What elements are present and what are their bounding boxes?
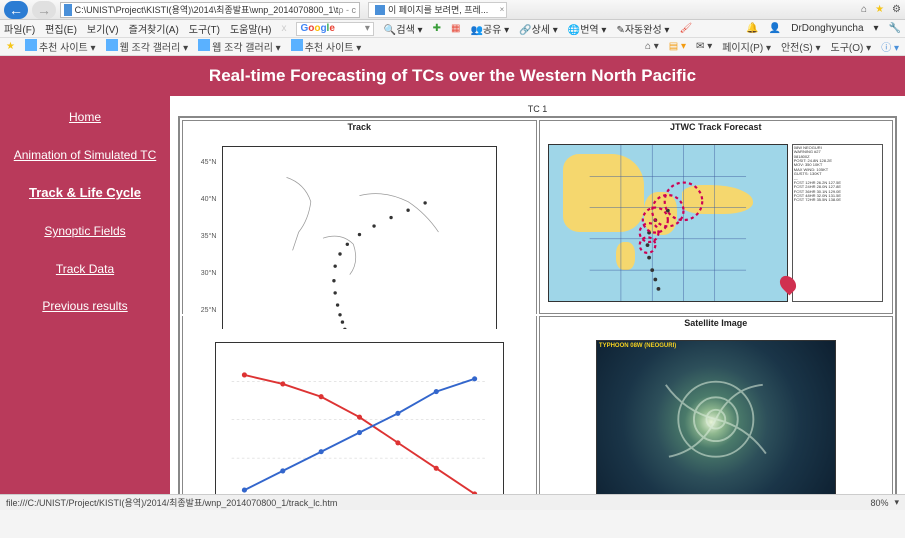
user-name[interactable]: DrDonghyuncha — [791, 23, 863, 34]
track-chart: 45°N 40°N 35°N 30°N 25°N 115°E 120°E 125… — [222, 146, 497, 343]
tab-close-icon[interactable]: × — [500, 5, 505, 14]
fav-link-1[interactable]: 추천 사이트 ▾ — [25, 39, 96, 54]
address-text: C:\UNIST\Project\KISTI(용역)\2014\최종발표\wnp… — [75, 3, 339, 16]
favorites-bar: ★ 추천 사이트 ▾ 웹 조각 갤러리 ▾ 웹 조각 갤러리 ▾ 추천 사이트 … — [0, 38, 905, 56]
menu-view[interactable]: 보기(V) — [87, 21, 119, 36]
sidebar-nav: Home Animation of Simulated TC Track & L… — [0, 96, 170, 494]
mail-icon[interactable]: ✉ ▾ — [696, 41, 712, 52]
notification-bell-icon[interactable]: 🔔 — [746, 23, 758, 34]
google-search-box[interactable]: Google ▾ — [296, 22, 373, 36]
wrench-icon[interactable]: 🔧 — [889, 23, 901, 34]
nav-synoptic[interactable]: Synoptic Fields — [10, 224, 160, 240]
nav-back-button[interactable]: ← — [4, 1, 28, 19]
nav-trackdata[interactable]: Track Data — [10, 262, 160, 278]
toolbar-share[interactable]: 👥공유 ▾ — [470, 21, 509, 36]
page-title: Real-time Forecasting of TCs over the We… — [0, 56, 905, 96]
home-button-icon[interactable]: ⌂ ▾ — [645, 41, 659, 52]
page-content: Real-time Forecasting of TCs over the We… — [0, 56, 905, 494]
status-bar: file:///C:/UNIST/Project/KISTI(용역)/2014/… — [0, 494, 905, 510]
tc-header: TC 1 — [178, 104, 897, 114]
nav-forward-button[interactable]: → — [32, 1, 56, 19]
nav-animation[interactable]: Animation of Simulated TC — [10, 148, 160, 164]
toolbar-more[interactable]: 🔗상세 ▾ — [519, 21, 558, 36]
main-panel: TC 1 Track — [170, 96, 905, 494]
toolbar-highlight-icon[interactable]: 🖌 — [679, 23, 692, 34]
toolbar-grid-icon[interactable]: ▦ — [451, 23, 460, 34]
settings-gear-icon[interactable]: ⚙ — [892, 4, 901, 15]
nav-previous[interactable]: Previous results — [10, 299, 160, 315]
feed-icon[interactable]: ▤ ▾ — [669, 41, 686, 52]
satellite-image: TYPHOON 08W (NEOGURI) — [596, 340, 836, 494]
toolbar-plus-icon[interactable]: ✚ — [433, 23, 441, 34]
user-avatar-icon[interactable]: 👤 — [769, 23, 781, 34]
browser-tab[interactable]: 이 페이지를 보려면, 프레... × — [368, 2, 507, 18]
menu-file[interactable]: 파일(F) — [4, 21, 35, 36]
help-icon[interactable]: ⓘ ▾ — [881, 39, 899, 54]
menu-favorites[interactable]: 즐겨찾기(A) — [129, 21, 179, 36]
cell-jtwc-title: JTWC Track Forecast — [540, 121, 893, 133]
nav-home[interactable]: Home — [10, 110, 160, 126]
nav-track-lifecycle[interactable]: Track & Life Cycle — [10, 185, 160, 202]
jtwc-data-table: 08W NEOGURIWARNING #27081800ZPOSIT: 24.8… — [792, 144, 884, 302]
browser-menubar: 파일(F) 편집(E) 보기(V) 즐겨찾기(A) 도구(T) 도움말(H) x… — [0, 20, 905, 38]
address-bar[interactable]: C:\UNIST\Project\KISTI(용역)\2014\최종발표\wnp… — [60, 2, 360, 18]
cell-jtwc: JTWC Track Forecast — [539, 120, 894, 314]
toolbar-autofill[interactable]: ✎자동완성 ▾ — [616, 21, 669, 36]
zoom-level[interactable]: 80% — [870, 498, 888, 508]
menu-help[interactable]: 도움말(H) — [230, 21, 271, 36]
home-icon[interactable]: ⌂ — [861, 4, 867, 15]
fav-link-2[interactable]: 웹 조각 갤러리 ▾ — [106, 39, 189, 54]
menu-edit[interactable]: 편집(E) — [45, 21, 77, 36]
jtwc-map — [548, 144, 788, 302]
zoom-dropdown-icon[interactable]: ▾ — [894, 497, 899, 508]
toolbar-search[interactable]: 🔍검색 ▾ — [384, 21, 423, 36]
page-menu[interactable]: 페이지(P) ▾ — [722, 39, 771, 54]
menu-tools[interactable]: 도구(T) — [189, 21, 220, 36]
address-suffix: ρ - c — [338, 5, 356, 15]
cell-satellite: Satellite Image TYPHOON 08W (NEOGURI) — [539, 316, 894, 494]
user-dropdown-icon[interactable]: ▾ — [874, 23, 879, 34]
page-icon — [64, 4, 72, 16]
tab-title: 이 페이지를 보려면, 프레... — [388, 3, 488, 16]
add-favorite-icon[interactable]: ★ — [6, 41, 15, 52]
cell-wsslp: Max. sfc ws (Red) & Min. slp (Blue) — [182, 316, 537, 494]
fav-link-3[interactable]: 웹 조각 갤러리 ▾ — [198, 39, 281, 54]
cell-satellite-title: Satellite Image — [540, 317, 893, 329]
status-path: file:///C:/UNIST/Project/KISTI(용역)/2014/… — [6, 496, 337, 509]
browser-titlebar: ← → C:\UNIST\Project\KISTI(용역)\2014\최종발표… — [0, 0, 905, 20]
wsslp-chart: 7/8 7/9 7/10 7/11 7/12 7/13 7/14 — [215, 342, 504, 494]
favorites-star-icon[interactable]: ★ — [875, 4, 884, 15]
cell-track-title: Track — [183, 121, 536, 133]
tools-menu[interactable]: 도구(O) ▾ — [831, 39, 872, 54]
cell-track: Track — [182, 120, 537, 314]
tab-icon — [375, 5, 385, 15]
fav-link-4[interactable]: 추천 사이트 ▾ — [291, 39, 362, 54]
toolbar-translate[interactable]: 🌐번역 ▾ — [568, 21, 607, 36]
safety-menu[interactable]: 안전(S) ▾ — [781, 39, 821, 54]
